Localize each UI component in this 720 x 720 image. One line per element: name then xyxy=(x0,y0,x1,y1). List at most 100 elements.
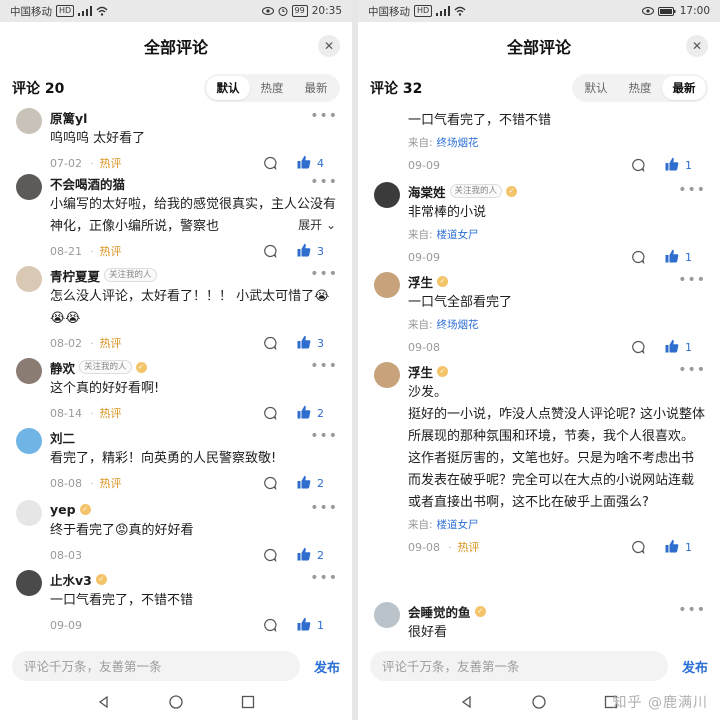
sort-tabs: 默认 热度 最新 xyxy=(572,74,708,102)
comment-icon[interactable] xyxy=(631,250,645,264)
comment-item: 原篱yl ••• 呜呜呜 太好看了 07-02 热评 4 xyxy=(0,106,352,172)
like-button[interactable]: 1 xyxy=(297,617,324,634)
sheet-header: 全部评论 ✕ xyxy=(358,22,720,70)
tab-latest[interactable]: 最新 xyxy=(662,76,706,100)
comment-input[interactable] xyxy=(370,651,668,681)
avatar[interactable] xyxy=(374,362,400,388)
like-button[interactable]: 1 xyxy=(665,157,692,174)
hot-tag: 热评 xyxy=(90,243,121,259)
comment-icon[interactable] xyxy=(631,158,645,172)
tab-default[interactable]: 默认 xyxy=(206,76,250,100)
expand-button[interactable]: 展开 ⌄ xyxy=(282,216,336,233)
more-icon[interactable]: ••• xyxy=(678,602,706,618)
signal-icon xyxy=(436,6,451,16)
home-nav-icon[interactable] xyxy=(532,694,546,713)
comment-icon[interactable] xyxy=(263,156,277,170)
avatar[interactable] xyxy=(16,266,42,292)
comment-author[interactable]: 会睡觉的鱼 xyxy=(408,602,471,621)
follow-tag: 关注我的人 xyxy=(449,184,503,198)
more-icon[interactable]: ••• xyxy=(310,570,338,586)
home-nav-icon[interactable] xyxy=(169,694,183,713)
back-nav-icon[interactable] xyxy=(460,694,474,713)
avatar[interactable] xyxy=(16,570,42,596)
comment-date: 08-02 xyxy=(50,336,82,350)
comment-input[interactable] xyxy=(12,651,300,681)
recents-nav-icon[interactable] xyxy=(241,694,255,713)
sort-tabs: 默认 热度 最新 xyxy=(204,74,340,102)
more-icon[interactable]: ••• xyxy=(310,358,338,374)
avatar[interactable] xyxy=(16,500,42,526)
comment-author[interactable]: 青柠夏夏 xyxy=(50,266,100,285)
comment-author[interactable]: 原篱yl xyxy=(50,108,87,127)
comment-author[interactable]: 静欢 xyxy=(50,358,75,377)
signal-icon xyxy=(78,6,93,16)
avatar[interactable] xyxy=(16,428,42,454)
close-icon[interactable]: ✕ xyxy=(686,35,708,57)
comment-text: 沙发。 挺好的一小说，咋没人点赞没人评论呢? 这小说整体所展现的那种氛围和环境，… xyxy=(408,385,706,510)
wifi-icon xyxy=(96,6,108,16)
comment-icon[interactable] xyxy=(631,540,645,554)
source-link[interactable]: 终场烟花 xyxy=(437,319,479,331)
comment-author[interactable]: 浮生 xyxy=(408,272,433,291)
more-icon[interactable]: ••• xyxy=(310,108,338,124)
avatar[interactable] xyxy=(374,272,400,298)
avatar[interactable] xyxy=(374,182,400,208)
level-badge: ✓ xyxy=(135,361,147,373)
avatar[interactable] xyxy=(16,358,42,384)
more-icon[interactable]: ••• xyxy=(678,362,706,378)
comment-author[interactable]: 不会喝酒的猫 xyxy=(50,174,125,193)
hot-tag: 热评 xyxy=(448,539,479,555)
comment-author[interactable]: 海棠姓 xyxy=(408,182,446,201)
comment-date: 09-09 xyxy=(408,250,440,264)
more-icon[interactable]: ••• xyxy=(310,428,338,444)
comment-list[interactable]: 一口气看完了，不错不错 来自: 终场烟花 09-09 1 海棠姓 关注我的人 ✓ ••… xyxy=(358,106,720,648)
like-count: 1 xyxy=(685,250,692,264)
like-button[interactable]: 4 xyxy=(297,155,324,172)
avatar[interactable] xyxy=(16,174,42,200)
comment-icon[interactable] xyxy=(263,476,277,490)
source-link[interactable]: 楼道女尸 xyxy=(437,519,479,531)
like-button[interactable]: 2 xyxy=(297,475,324,492)
comment-icon[interactable] xyxy=(263,618,277,632)
like-button[interactable]: 2 xyxy=(297,405,324,422)
close-icon[interactable]: ✕ xyxy=(318,35,340,57)
comment-icon[interactable] xyxy=(631,340,645,354)
system-nav-bar xyxy=(0,686,352,720)
like-button[interactable]: 3 xyxy=(297,243,324,260)
back-nav-icon[interactable] xyxy=(97,694,111,713)
comment-source: 来自: 楼道女尸 xyxy=(408,519,479,531)
comment-author[interactable]: 刘二 xyxy=(50,428,75,447)
more-icon[interactable]: ••• xyxy=(678,182,706,198)
comment-icon[interactable] xyxy=(263,336,277,350)
tab-latest[interactable]: 最新 xyxy=(294,76,338,100)
tab-popularity[interactable]: 热度 xyxy=(618,76,662,100)
publish-button[interactable]: 发布 xyxy=(682,657,708,676)
like-button[interactable]: 3 xyxy=(297,335,324,352)
comment-text: 终于看完了😡真的好好看 xyxy=(50,523,194,538)
more-icon[interactable]: ••• xyxy=(678,272,706,288)
comment-author[interactable]: 止水v3 xyxy=(50,570,92,589)
thumbs-up-icon xyxy=(665,157,679,174)
tab-default[interactable]: 默认 xyxy=(574,76,618,100)
more-icon[interactable]: ••• xyxy=(310,266,338,282)
source-link[interactable]: 终场烟花 xyxy=(437,137,479,149)
comment-icon[interactable] xyxy=(263,244,277,258)
carrier-label: 中国移动 xyxy=(368,5,410,18)
comment-date: 08-03 xyxy=(50,548,82,562)
avatar[interactable] xyxy=(16,108,42,134)
like-button[interactable]: 1 xyxy=(665,339,692,356)
source-link[interactable]: 楼道女尸 xyxy=(437,229,479,241)
like-button[interactable]: 2 xyxy=(297,547,324,564)
tab-popularity[interactable]: 热度 xyxy=(250,76,294,100)
comment-author[interactable]: yep xyxy=(50,502,76,517)
comment-list[interactable]: 原篱yl ••• 呜呜呜 太好看了 07-02 热评 4 不会喝酒的猫 ••• … xyxy=(0,106,352,648)
like-button[interactable]: 1 xyxy=(665,249,692,266)
more-icon[interactable]: ••• xyxy=(310,500,338,516)
more-icon[interactable]: ••• xyxy=(310,174,338,190)
like-button[interactable]: 1 xyxy=(665,539,692,556)
comment-icon[interactable] xyxy=(263,548,277,562)
comment-author[interactable]: 浮生 xyxy=(408,362,433,381)
publish-button[interactable]: 发布 xyxy=(314,657,340,676)
avatar[interactable] xyxy=(374,602,400,628)
comment-icon[interactable] xyxy=(263,406,277,420)
